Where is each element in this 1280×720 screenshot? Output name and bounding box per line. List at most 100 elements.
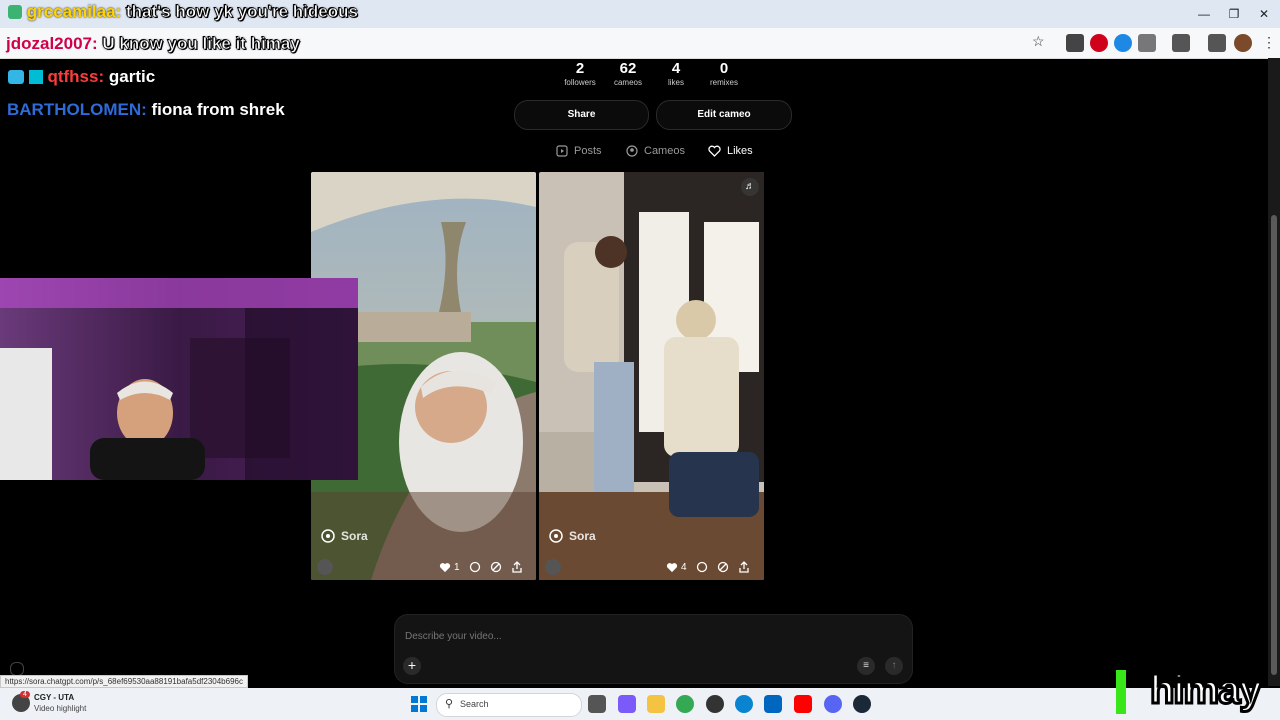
task-view-icon[interactable] (588, 695, 606, 713)
taskbar-search[interactable]: ⚲ Search (436, 693, 582, 717)
settings-button[interactable]: ≡ (857, 657, 875, 675)
sora-watermark: Sora (321, 529, 368, 543)
chat-text: fiona from shrek (151, 100, 285, 119)
stat-value: 0 (719, 60, 729, 77)
heart-filled-icon (439, 562, 451, 572)
copilot-icon[interactable] (618, 695, 636, 713)
comment-icon[interactable] (469, 561, 481, 573)
tab-label: Likes (727, 145, 753, 157)
tab-label: Cameos (644, 145, 685, 157)
chat-message: jdozal2007: U know you like it himay (6, 34, 300, 54)
speaker-icon: ♬ (745, 181, 755, 192)
plus-icon: + (407, 657, 417, 673)
tab-cameos[interactable]: Cameos (626, 142, 685, 160)
submit-button[interactable]: ↑ (885, 657, 903, 675)
like-count: 1 (454, 561, 460, 573)
chat-text: U know you like it himay (102, 34, 300, 54)
chat-message: grccamilaa: that's how yk you're hideous (8, 2, 358, 22)
webcam-overlay (0, 278, 358, 480)
tab-posts[interactable]: Posts (556, 142, 602, 160)
green-bar-graphic (1116, 670, 1126, 714)
heart-filled-icon (666, 562, 678, 572)
chat-text: gartic (108, 67, 156, 86)
prompt-composer: + ≡ ↑ (394, 614, 913, 684)
file-explorer-icon[interactable] (647, 695, 665, 713)
help-icon[interactable] (10, 662, 24, 676)
chat-badge-icon (28, 70, 43, 84)
youtube-icon[interactable] (794, 695, 812, 713)
chat-message: BARTHOLOMEN: fiona from shrek (7, 100, 285, 120)
store-icon[interactable] (764, 695, 782, 713)
play-square-icon (556, 145, 568, 157)
unmute-button[interactable]: ♬ (741, 178, 759, 196)
sora-brand-text: Sora (569, 529, 596, 543)
sora-logo-icon (321, 529, 335, 543)
share-icon[interactable] (511, 561, 523, 573)
chat-username: jdozal2007: (6, 34, 98, 53)
discord-icon[interactable] (824, 695, 842, 713)
status-bar-url: https://sora.chatgpt.com/p/s_68ef69530aa… (0, 675, 248, 688)
comment-icon[interactable] (696, 561, 708, 573)
chat-message: qtfhss: gartic (8, 67, 155, 87)
edge-icon[interactable] (735, 695, 753, 713)
scrollbar-thumb[interactable] (1271, 215, 1277, 675)
remix-icon[interactable] (717, 561, 729, 573)
notification-badge: 4 (20, 691, 30, 698)
remix-icon[interactable] (490, 561, 502, 573)
avatar[interactable] (317, 559, 333, 575)
avatar[interactable] (545, 559, 561, 575)
search-label: Search (460, 699, 489, 709)
puzzle-icon[interactable] (1138, 34, 1156, 52)
extension-icon[interactable] (1066, 34, 1084, 52)
arrow-up-icon: ↑ (891, 660, 897, 671)
windows-start-icon[interactable] (410, 695, 428, 713)
sora-logo-icon (549, 529, 563, 543)
share-icon[interactable] (738, 561, 750, 573)
video-card[interactable]: ♬ Sora 4 (539, 172, 764, 580)
chat-badge-icon (8, 70, 24, 84)
audio-extension-icon[interactable] (1114, 34, 1132, 52)
widget-title[interactable]: CGY - UTA (34, 693, 74, 702)
media-control-icon[interactable] (1208, 34, 1226, 52)
steam-icon[interactable] (853, 695, 871, 713)
like-count: 4 (681, 561, 687, 573)
heart-icon (708, 145, 721, 157)
search-icon: ⚲ (445, 698, 454, 710)
card-actions: 4 (666, 556, 750, 578)
stat-remixes[interactable]: 0 remixes (694, 60, 754, 87)
stat-label: remixes (709, 78, 738, 87)
edit-cameo-button[interactable]: Edit cameo (656, 100, 792, 130)
restore-button[interactable]: ❐ (1220, 4, 1248, 24)
minimize-button[interactable]: — (1190, 4, 1218, 24)
windows-taskbar (0, 688, 1280, 720)
adblock-icon[interactable] (1090, 34, 1108, 52)
like-button[interactable]: 4 (666, 562, 687, 573)
add-attachment-button[interactable]: + (403, 657, 421, 675)
tab-label: Posts (574, 145, 602, 157)
chat-text: that's how yk you're hideous (125, 2, 359, 22)
sora-watermark: Sora (549, 529, 596, 543)
streamer-logo: himay (1149, 667, 1264, 714)
widget-subtitle: Video highlight (34, 704, 87, 713)
profile-avatar[interactable] (1234, 34, 1252, 52)
like-button[interactable]: 1 (439, 562, 460, 573)
chat-badge-icon (8, 5, 22, 19)
webcam-feed (0, 278, 358, 480)
more-menu-icon[interactable]: ⋮ (1262, 34, 1276, 51)
video-prompt-input[interactable] (403, 625, 887, 647)
video-thumbnail (539, 172, 764, 580)
card-actions: 1 (439, 556, 523, 578)
chat-username: grccamilaa: (26, 2, 122, 21)
chat-username: BARTHOLOMEN: (7, 100, 147, 119)
tab-likes[interactable]: Likes (708, 142, 753, 160)
bookmark-star-icon[interactable]: ☆ (1032, 33, 1045, 50)
tab-search-icon[interactable] (1172, 34, 1190, 52)
share-button[interactable]: Share (514, 100, 649, 130)
close-window-button[interactable]: ✕ (1250, 4, 1278, 24)
chat-username: qtfhss: (47, 67, 105, 86)
sliders-icon: ≡ (863, 660, 869, 671)
person-circle-icon (626, 145, 638, 157)
sora-brand-text: Sora (341, 529, 368, 543)
chrome-icon[interactable] (676, 695, 694, 713)
obs-icon[interactable] (706, 695, 724, 713)
